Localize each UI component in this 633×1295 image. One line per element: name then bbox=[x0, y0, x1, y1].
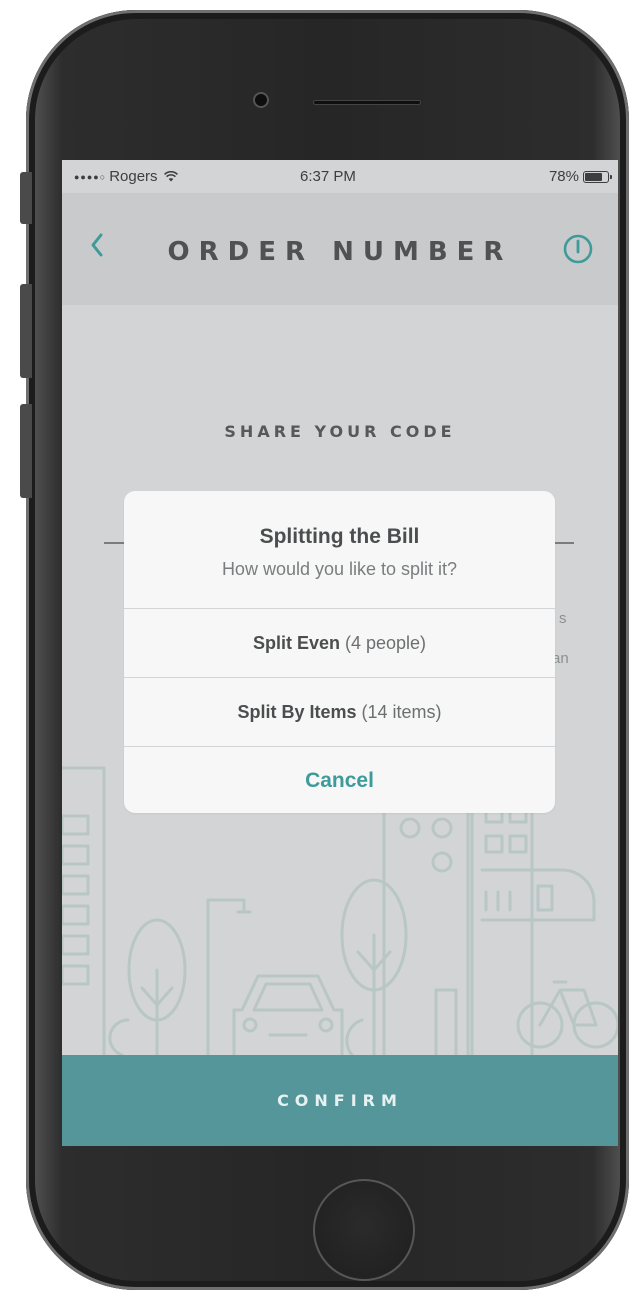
cancel-button[interactable]: Cancel bbox=[124, 746, 555, 813]
earpiece-speaker bbox=[314, 101, 420, 104]
power-icon bbox=[563, 234, 593, 264]
split-even-button[interactable]: Split Even (4 people) bbox=[124, 608, 555, 677]
confirm-button[interactable]: CONFIRM bbox=[62, 1055, 618, 1146]
power-button[interactable] bbox=[562, 233, 594, 265]
carrier-name: Rogers bbox=[109, 168, 158, 185]
home-button[interactable] bbox=[313, 1179, 415, 1281]
split-by-items-button[interactable]: Split By Items (14 items) bbox=[124, 677, 555, 746]
carrier-info: ●●●●○ Rogers bbox=[74, 168, 178, 185]
dialog-message: How would you like to split it? bbox=[221, 559, 458, 579]
dialog-title: Splitting the Bill bbox=[259, 525, 420, 548]
dialog-header: Splitting the Bill How would you like to… bbox=[124, 491, 555, 608]
split-even-label: Split Even bbox=[252, 632, 340, 653]
section-title: SHARE YOUR CODE bbox=[224, 422, 456, 441]
battery-icon bbox=[583, 170, 612, 183]
volume-up-button[interactable] bbox=[20, 284, 32, 378]
signal-strength-icon: ●●●●○ bbox=[74, 171, 107, 182]
volume-down-button[interactable] bbox=[20, 404, 32, 498]
confirm-label: CONFIRM bbox=[277, 1091, 403, 1110]
split-even-detail: (4 people) bbox=[344, 632, 427, 653]
battery-status: 78% bbox=[548, 168, 612, 185]
front-camera bbox=[255, 94, 267, 106]
split-bill-dialog: Splitting the Bill How would you like to… bbox=[124, 491, 555, 813]
battery-level-fill bbox=[585, 172, 603, 181]
battery-percent: 78% bbox=[548, 168, 579, 185]
navigation-bar: ORDER NUMBER bbox=[62, 193, 618, 305]
app-screen: ●●●●○ Rogers 6:37 PM 78% ORDER NUMBER SH… bbox=[62, 160, 618, 1146]
mute-switch[interactable] bbox=[20, 172, 32, 224]
split-by-items-label: Split By Items bbox=[237, 701, 357, 722]
split-by-items-detail: (14 items) bbox=[361, 701, 442, 722]
wifi-icon bbox=[163, 171, 178, 182]
page-title: ORDER NUMBER bbox=[167, 237, 513, 267]
status-bar: ●●●●○ Rogers 6:37 PM 78% bbox=[62, 160, 618, 193]
obscured-text: s bbox=[559, 610, 567, 627]
status-time: 6:37 PM bbox=[300, 168, 356, 185]
